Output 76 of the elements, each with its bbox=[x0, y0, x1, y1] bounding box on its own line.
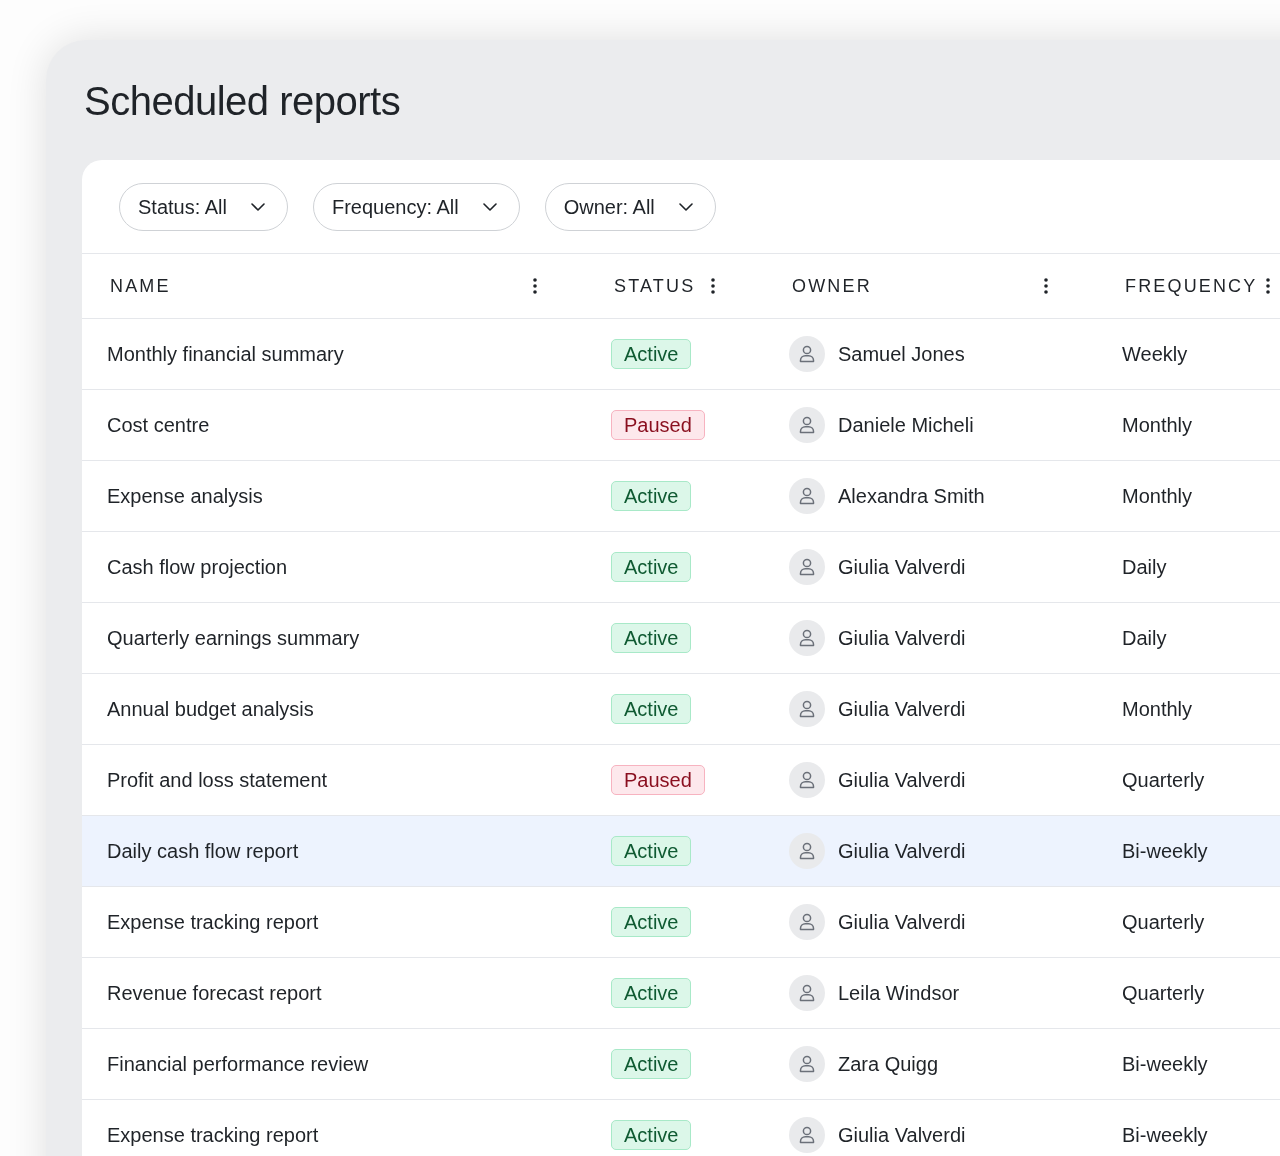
column-header: NAME bbox=[110, 274, 171, 298]
owner-name: Giulia Valverdi bbox=[838, 1123, 966, 1148]
frequency-text: Bi-weekly bbox=[1122, 1052, 1208, 1077]
owner-name: Leila Windsor bbox=[838, 981, 960, 1006]
report-name: Annual budget analysis bbox=[107, 697, 314, 722]
avatar-icon bbox=[789, 975, 825, 1011]
owner-name: Samuel Jones bbox=[838, 342, 965, 367]
frequency-text: Bi-weekly bbox=[1122, 839, 1208, 864]
kebab-menu-icon[interactable] bbox=[1266, 278, 1270, 294]
owner-name: Daniele Micheli bbox=[838, 413, 974, 438]
report-name: Financial performance review bbox=[107, 1052, 369, 1077]
frequency-text: Quarterly bbox=[1122, 910, 1205, 935]
kebab-menu-icon[interactable] bbox=[1044, 278, 1048, 294]
status-badge: Active bbox=[611, 552, 692, 582]
status-badge: Active bbox=[611, 907, 692, 937]
status-badge: Active bbox=[611, 623, 692, 653]
report-name: Cash flow projection bbox=[107, 555, 288, 580]
avatar-icon bbox=[789, 620, 825, 656]
chevron-down-icon bbox=[678, 203, 693, 211]
status-badge: Active bbox=[611, 1120, 692, 1150]
chevron-down-icon bbox=[250, 203, 265, 211]
frequency-text: Weekly bbox=[1122, 342, 1188, 367]
frequency-text: Monthly bbox=[1122, 484, 1193, 509]
report-name: Cost centre bbox=[107, 413, 210, 438]
status-badge: Active bbox=[611, 481, 692, 511]
frequency-text: Daily bbox=[1122, 555, 1167, 580]
avatar-icon bbox=[789, 1046, 825, 1082]
kebab-menu-icon[interactable] bbox=[533, 278, 537, 294]
owner-name: Giulia Valverdi bbox=[838, 839, 966, 864]
status-badge: Active bbox=[611, 978, 692, 1008]
column-header: FREQUENCY bbox=[1125, 274, 1258, 298]
frequency-text: Quarterly bbox=[1122, 981, 1205, 1006]
page-title: Scheduled reports bbox=[84, 78, 401, 125]
frequency-text: Daily bbox=[1122, 626, 1167, 651]
report-name: Expense tracking report bbox=[107, 1123, 319, 1148]
avatar-icon bbox=[789, 904, 825, 940]
report-name: Expense analysis bbox=[107, 484, 263, 509]
owner-name: Giulia Valverdi bbox=[838, 697, 966, 722]
owner-name: Zara Quigg bbox=[838, 1052, 939, 1077]
status-badge: Active bbox=[611, 1049, 692, 1079]
frequency-text: Monthly bbox=[1122, 413, 1193, 438]
avatar-icon bbox=[789, 407, 825, 443]
column-header: OWNER bbox=[792, 274, 872, 298]
status-badge: Paused bbox=[611, 765, 705, 795]
report-name: Quarterly earnings summary bbox=[107, 626, 360, 651]
kebab-menu-icon[interactable] bbox=[711, 278, 715, 294]
column-header: STATUS bbox=[614, 274, 696, 298]
avatar-icon bbox=[789, 762, 825, 798]
owner-name: Giulia Valverdi bbox=[838, 768, 966, 793]
owner-name: Giulia Valverdi bbox=[838, 910, 966, 935]
frequency-text: Quarterly bbox=[1122, 768, 1205, 793]
owner-name: Alexandra Smith bbox=[838, 484, 985, 509]
owner-name: Giulia Valverdi bbox=[838, 626, 966, 651]
filter-dropdown[interactable]: Frequency: All bbox=[312, 183, 520, 231]
report-name: Profit and loss statement bbox=[107, 768, 328, 793]
filter-dropdown[interactable]: Owner: All bbox=[544, 183, 716, 231]
status-badge: Paused bbox=[611, 410, 705, 440]
filter-dropdown[interactable]: Status: All bbox=[119, 183, 288, 231]
table-row[interactable]: Daily cash flow report Active Giulia Valverdi Bi-weekly bbox=[82, 816, 1280, 887]
owner-name: Giulia Valverdi bbox=[838, 555, 966, 580]
report-name: Expense tracking report bbox=[107, 910, 319, 935]
avatar-icon bbox=[789, 1117, 825, 1153]
avatar-icon bbox=[789, 691, 825, 727]
avatar-icon bbox=[789, 336, 825, 372]
report-name: Revenue forecast report bbox=[107, 981, 322, 1006]
status-badge: Active bbox=[611, 694, 692, 724]
avatar-icon bbox=[789, 549, 825, 585]
report-name: Monthly financial summary bbox=[107, 342, 344, 367]
frequency-text: Bi-weekly bbox=[1122, 1123, 1208, 1148]
status-badge: Active bbox=[611, 836, 692, 866]
avatar-icon bbox=[789, 833, 825, 869]
frequency-text: Monthly bbox=[1122, 697, 1193, 722]
chevron-down-icon bbox=[482, 203, 497, 211]
report-name: Daily cash flow report bbox=[107, 839, 299, 864]
status-badge: Active bbox=[611, 339, 692, 369]
avatar-icon bbox=[789, 478, 825, 514]
